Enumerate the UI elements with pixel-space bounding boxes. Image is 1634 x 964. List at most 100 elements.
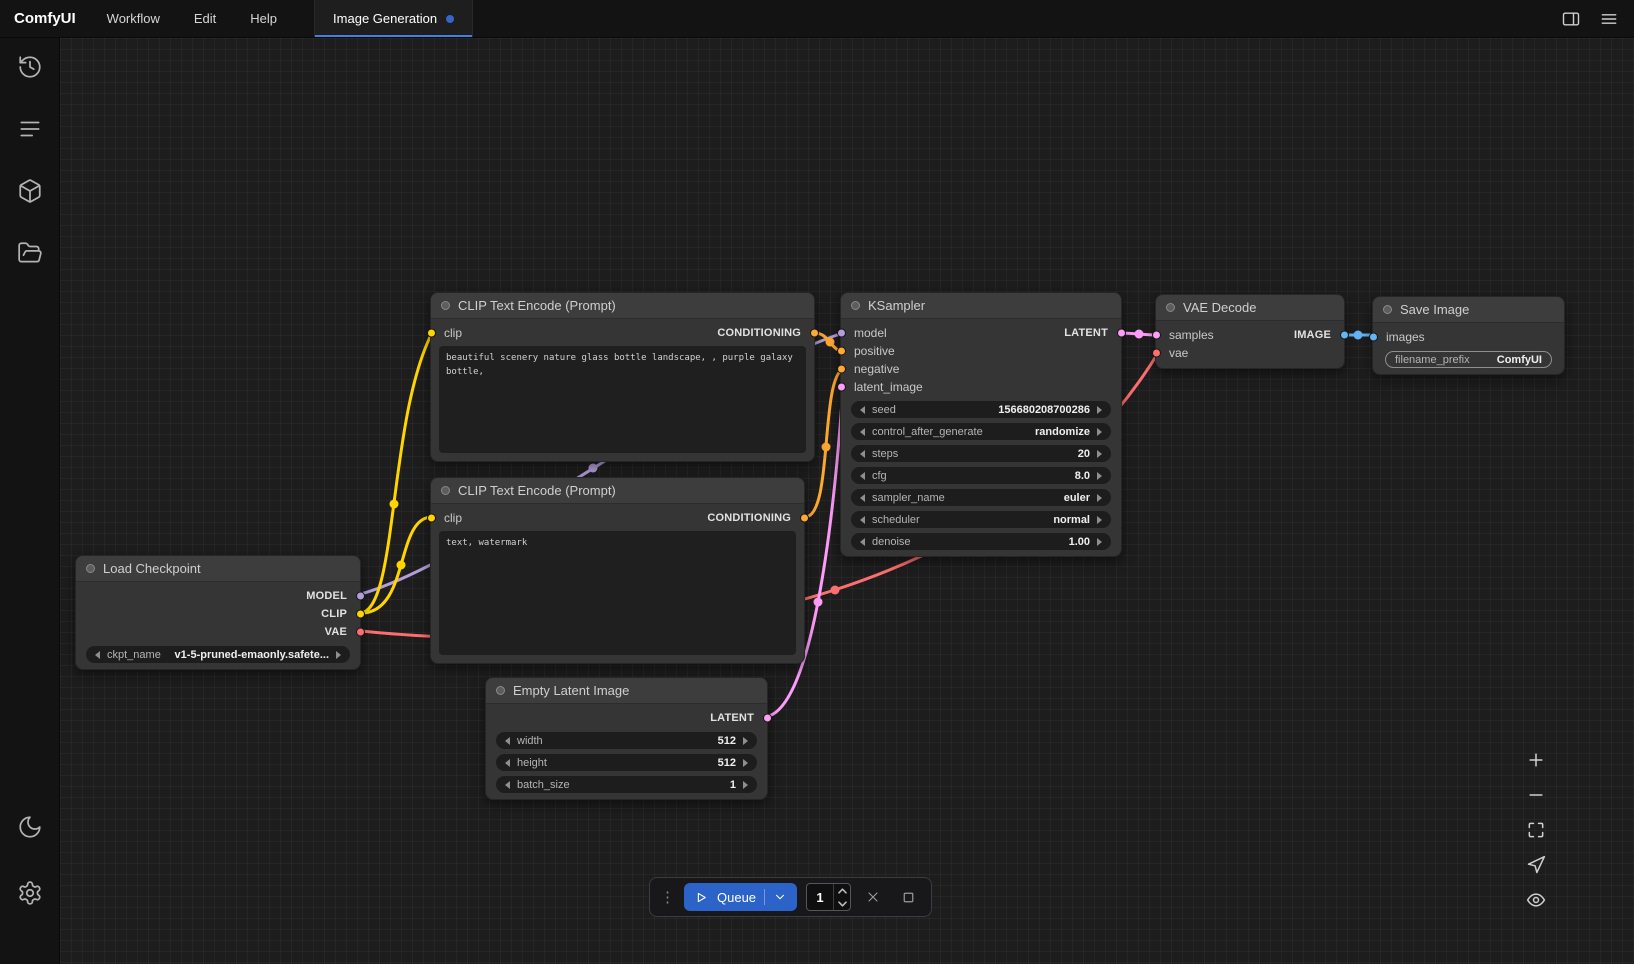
collapse-dot[interactable] <box>1166 303 1175 312</box>
input-port-vae[interactable] <box>1151 348 1162 359</box>
node-header[interactable]: Save Image <box>1373 297 1564 323</box>
fit-view-icon[interactable] <box>1522 818 1550 842</box>
widget-filename-prefix[interactable]: filename_prefix ComfyUI <box>1385 351 1552 368</box>
decrement-arrow-icon[interactable] <box>860 538 865 546</box>
input-port-latent-image[interactable] <box>836 382 847 393</box>
output-port-conditioning[interactable] <box>799 513 810 524</box>
increment-arrow-icon[interactable] <box>1097 428 1102 436</box>
decrement-arrow-icon[interactable] <box>505 781 510 789</box>
zoom-in-icon[interactable] <box>1522 748 1550 772</box>
node-load-checkpoint[interactable]: Load Checkpoint MODEL CLIP VAE ckpt_name… <box>75 555 361 670</box>
increment-batch-icon[interactable] <box>834 884 850 897</box>
panel-toggle-icon[interactable] <box>1554 4 1588 34</box>
batch-count-value[interactable]: 1 <box>807 884 833 910</box>
node-header[interactable]: KSampler <box>841 293 1121 319</box>
widget-denoise[interactable]: denoise 1.00 <box>851 533 1111 550</box>
decrement-arrow-icon[interactable] <box>95 651 100 659</box>
decrement-arrow-icon[interactable] <box>860 450 865 458</box>
input-port-positive[interactable] <box>836 346 847 357</box>
node-header[interactable]: Load Checkpoint <box>76 556 360 582</box>
widget-ckpt-name[interactable]: ckpt_name v1-5-pruned-emaonly.safete... <box>86 646 350 663</box>
increment-arrow-icon[interactable] <box>1097 516 1102 524</box>
input-port-images[interactable] <box>1368 332 1379 343</box>
collapse-dot[interactable] <box>441 486 450 495</box>
decrement-arrow-icon[interactable] <box>860 472 865 480</box>
queue-list-icon[interactable] <box>15 114 45 144</box>
increment-arrow-icon[interactable] <box>336 651 341 659</box>
widget-batch-size[interactable]: batch_size 1 <box>496 776 757 793</box>
output-port-image[interactable] <box>1339 330 1350 341</box>
theme-toggle-moon-icon[interactable] <box>15 812 45 842</box>
zoom-out-icon[interactable] <box>1522 783 1550 807</box>
node-vae-decode[interactable]: VAE Decode samples IMAGE vae <box>1155 294 1345 369</box>
widget-control-after-generate[interactable]: control_after_generate randomize <box>851 423 1111 440</box>
output-port-clip[interactable] <box>355 609 366 620</box>
increment-arrow-icon[interactable] <box>743 737 748 745</box>
increment-arrow-icon[interactable] <box>1097 406 1102 414</box>
widget-cfg[interactable]: cfg 8.0 <box>851 467 1111 484</box>
toggle-visibility-eye-icon[interactable] <box>1522 888 1550 912</box>
input-port-negative[interactable] <box>836 364 847 375</box>
select-mode-icon[interactable] <box>1522 853 1550 877</box>
node-ksampler[interactable]: KSampler model LATENT positive negative … <box>840 292 1122 557</box>
batch-count-input[interactable]: 1 <box>806 883 851 911</box>
input-port-model[interactable] <box>836 328 847 339</box>
node-header[interactable]: Empty Latent Image <box>486 678 767 704</box>
collapse-dot[interactable] <box>851 301 860 310</box>
increment-arrow-icon[interactable] <box>743 759 748 767</box>
node-header[interactable]: CLIP Text Encode (Prompt) <box>431 478 804 504</box>
hamburger-menu-icon[interactable] <box>1592 4 1626 34</box>
node-save-image[interactable]: Save Image images filename_prefix ComfyU… <box>1372 296 1565 375</box>
chevron-down-icon[interactable] <box>773 890 787 904</box>
decrement-batch-icon[interactable] <box>834 897 850 910</box>
increment-arrow-icon[interactable] <box>1097 472 1102 480</box>
increment-arrow-icon[interactable] <box>1097 494 1102 502</box>
decrement-arrow-icon[interactable] <box>860 428 865 436</box>
menu-help[interactable]: Help <box>233 0 294 37</box>
clear-queue-icon[interactable] <box>860 884 886 910</box>
settings-gear-icon[interactable] <box>15 878 45 908</box>
collapse-dot[interactable] <box>1383 305 1392 314</box>
node-clip-text-encode-positive[interactable]: CLIP Text Encode (Prompt) clip CONDITION… <box>430 292 815 462</box>
menu-edit[interactable]: Edit <box>177 0 233 37</box>
output-port-latent[interactable] <box>1116 328 1127 339</box>
increment-arrow-icon[interactable] <box>743 781 748 789</box>
widget-scheduler[interactable]: scheduler normal <box>851 511 1111 528</box>
prompt-textarea[interactable]: beautiful scenery nature glass bottle la… <box>439 346 806 453</box>
widget-seed[interactable]: seed 156680208700286 <box>851 401 1111 418</box>
output-port-vae[interactable] <box>355 627 366 638</box>
decrement-arrow-icon[interactable] <box>505 737 510 745</box>
queue-button[interactable]: Queue <box>684 883 797 911</box>
tab-image-generation[interactable]: Image Generation <box>314 0 473 37</box>
widget-sampler-name[interactable]: sampler_name euler <box>851 489 1111 506</box>
increment-arrow-icon[interactable] <box>1097 538 1102 546</box>
app-logo[interactable]: ComfyUI <box>0 0 90 37</box>
workflows-folder-icon[interactable] <box>15 238 45 268</box>
collapse-dot[interactable] <box>496 686 505 695</box>
drag-handle-icon[interactable]: ⋮ <box>660 890 675 905</box>
decrement-arrow-icon[interactable] <box>860 494 865 502</box>
node-header[interactable]: VAE Decode <box>1156 295 1344 321</box>
prompt-textarea[interactable]: text, watermark <box>439 531 796 655</box>
output-port-latent[interactable] <box>762 713 773 724</box>
decrement-arrow-icon[interactable] <box>505 759 510 767</box>
output-port-conditioning[interactable] <box>809 328 820 339</box>
input-port-samples[interactable] <box>1151 330 1162 341</box>
widget-height[interactable]: height 512 <box>496 754 757 771</box>
node-header[interactable]: CLIP Text Encode (Prompt) <box>431 293 814 319</box>
stop-icon[interactable] <box>895 884 921 910</box>
widget-steps[interactable]: steps 20 <box>851 445 1111 462</box>
output-port-model[interactable] <box>355 591 366 602</box>
collapse-dot[interactable] <box>86 564 95 573</box>
node-empty-latent-image[interactable]: Empty Latent Image LATENT width 512 heig… <box>485 677 768 800</box>
input-port-clip[interactable] <box>426 513 437 524</box>
increment-arrow-icon[interactable] <box>1097 450 1102 458</box>
menu-workflow[interactable]: Workflow <box>90 0 177 37</box>
collapse-dot[interactable] <box>441 301 450 310</box>
input-port-clip[interactable] <box>426 328 437 339</box>
history-icon[interactable] <box>15 52 45 82</box>
widget-width[interactable]: width 512 <box>496 732 757 749</box>
decrement-arrow-icon[interactable] <box>860 516 865 524</box>
model-library-icon[interactable] <box>15 176 45 206</box>
decrement-arrow-icon[interactable] <box>860 406 865 414</box>
